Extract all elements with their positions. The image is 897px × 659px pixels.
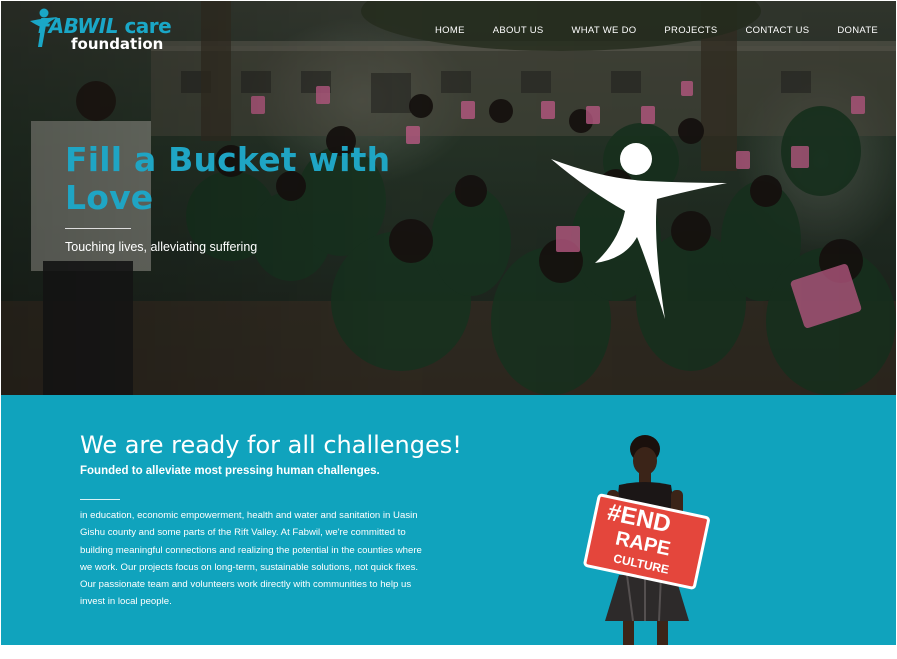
about-body-line: building meaningful connections and real… [80, 544, 422, 556]
person-celebrating-icon [551, 143, 727, 319]
about-body-line: in education, economic empowerment, heal… [80, 510, 418, 521]
nav-what-we-do[interactable]: WHAT WE DO [572, 25, 637, 36]
about-body-line: Gishu county and some parts of the Rift … [80, 527, 406, 539]
about-title: We are ready for all challenges! [80, 431, 462, 459]
about-section: We are ready for all challenges! Founded… [1, 395, 896, 645]
nav-home[interactable]: HOME [435, 25, 465, 36]
nav-projects[interactable]: PROJECTS [664, 25, 717, 36]
hero-title: Fill a Bucket with Love [65, 140, 391, 217]
about-body: in education, economic empowerment, heal… [80, 507, 485, 611]
page-frame: FABWIL care foundation HOME ABOUT US WHA… [1, 1, 896, 645]
nav-contact-us[interactable]: CONTACT US [746, 25, 810, 36]
hero-section: FABWIL care foundation HOME ABOUT US WHA… [1, 1, 896, 395]
protest-photo: #END RAPE CULTURE [579, 435, 729, 645]
nav-donate[interactable]: DONATE [837, 25, 878, 36]
about-subtitle: Founded to alleviate most pressing human… [80, 465, 380, 477]
about-body-line: we work. Our projects focus on long-term… [80, 561, 419, 573]
about-body-line: Our passionate team and volunteers work … [80, 579, 412, 591]
nav-about-us[interactable]: ABOUT US [493, 25, 544, 36]
hero-divider [65, 228, 131, 229]
site-logo[interactable]: FABWIL care foundation [28, 7, 172, 59]
about-divider [80, 499, 120, 500]
logo-sub: foundation [71, 35, 164, 53]
hero-subtitle: Touching lives, alleviating suffering [65, 240, 258, 254]
main-nav: HOME ABOUT US WHAT WE DO PROJECTS CONTAC… [431, 25, 878, 36]
about-body-line: invest in local people. [80, 596, 172, 608]
